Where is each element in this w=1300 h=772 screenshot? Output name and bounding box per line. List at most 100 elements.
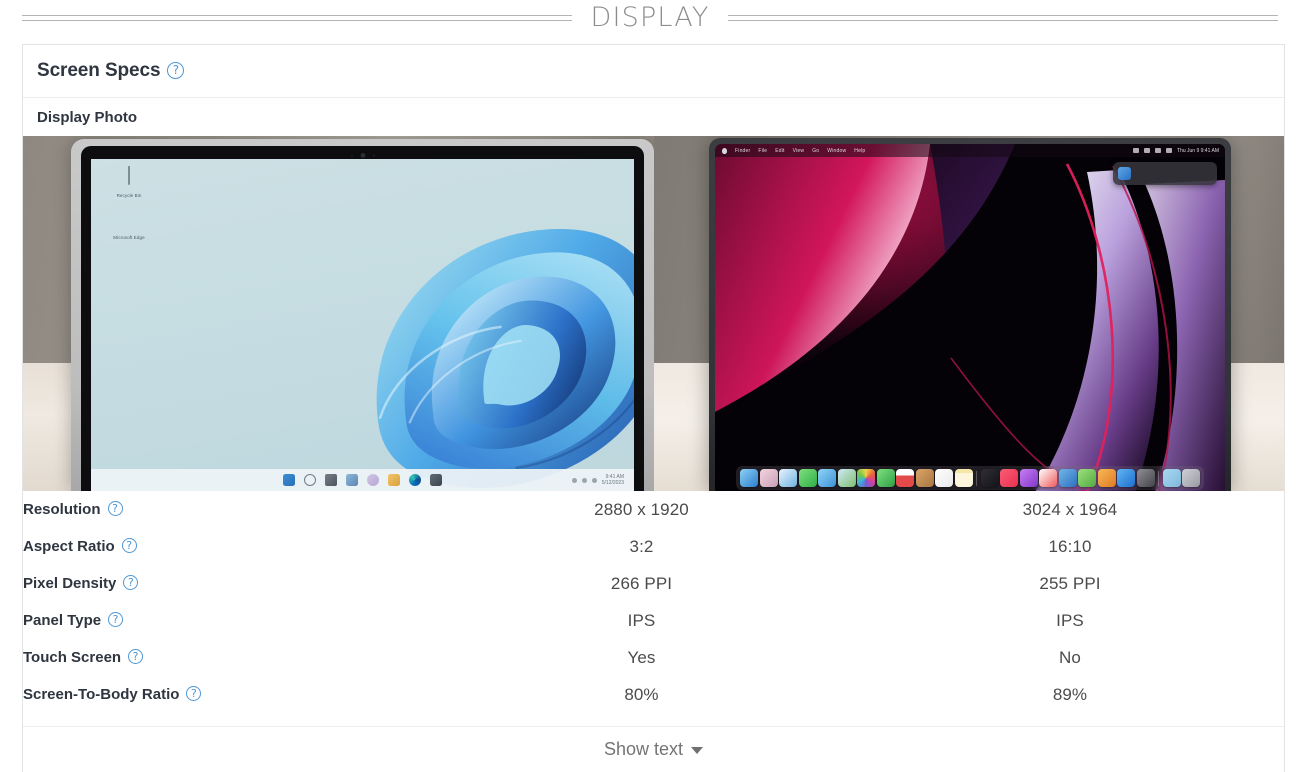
- podcasts-icon[interactable]: [1019, 469, 1038, 487]
- circle-question-icon[interactable]: ?: [107, 501, 123, 516]
- circle-question-icon[interactable]: ?: [186, 686, 202, 701]
- menubar-item[interactable]: Help: [854, 148, 865, 154]
- taskbar-clock[interactable]: 9:41 AM 5/12/2023: [602, 474, 624, 486]
- table-row: Pixel Density ? 266 PPI 255 PPI: [23, 565, 1284, 602]
- card-header: Screen Specs ?: [23, 45, 1284, 98]
- screen-specs-card: Screen Specs ? Display Photo Recycle Bin…: [22, 44, 1285, 772]
- circle-question-icon[interactable]: ?: [128, 649, 144, 664]
- windows-bloom-wallpaper: [376, 229, 634, 489]
- display-photo-label: Display Photo: [37, 108, 138, 126]
- table-row: Panel Type ? IPS IPS: [23, 602, 1284, 639]
- mail-icon[interactable]: [818, 469, 836, 487]
- spec-value-right: 255 PPI: [1039, 573, 1101, 593]
- search-icon[interactable]: [304, 474, 316, 486]
- store-icon[interactable]: [430, 474, 442, 486]
- edge-icon[interactable]: [409, 474, 421, 486]
- battery-icon[interactable]: [591, 477, 597, 483]
- menubar-status-area[interactable]: Thu Jun 9 9:41 AM: [1133, 148, 1219, 154]
- menubar-item[interactable]: Go: [812, 148, 819, 154]
- display-photo-strip: Recycle Bin Microsoft Edge 9:41 AM 5/12/…: [23, 136, 1284, 491]
- music-icon[interactable]: [1000, 469, 1018, 487]
- menubar-item[interactable]: File: [758, 148, 767, 154]
- macbook-photo[interactable]: Finder File Edit View Go Window Help Thu…: [654, 136, 1284, 491]
- windows-taskbar[interactable]: 9:41 AM 5/12/2023: [91, 469, 634, 491]
- spec-label-cell: Aspect Ratio ?: [23, 528, 427, 565]
- circle-question-icon[interactable]: ?: [123, 575, 139, 590]
- circle-question-icon[interactable]: ?: [108, 612, 124, 627]
- battery-icon[interactable]: [1133, 148, 1140, 153]
- keynote-icon[interactable]: [1058, 469, 1077, 487]
- volume-icon[interactable]: [581, 477, 587, 483]
- spec-label: Touch Screen: [23, 649, 122, 666]
- safari-icon[interactable]: [779, 469, 797, 487]
- desktop-icon-recycle-bin[interactable]: Recycle Bin: [101, 166, 157, 199]
- desktop-icon-label: Recycle Bin: [116, 193, 142, 198]
- spec-value-left: Yes: [627, 647, 656, 667]
- trash-icon[interactable]: [1182, 469, 1200, 487]
- chevron-down-icon: [691, 747, 704, 754]
- macos-wallpaper-curves: [715, 144, 1225, 491]
- photos-icon[interactable]: [857, 469, 875, 487]
- macos-screen: Finder File Edit View Go Window Help Thu…: [715, 144, 1225, 491]
- spec-value-left: 2880 x 1920: [594, 499, 689, 519]
- reminders-icon[interactable]: [935, 469, 953, 487]
- tv-icon[interactable]: [980, 469, 999, 487]
- table-row: Touch Screen ? Yes No: [23, 639, 1284, 676]
- notification-app-icon: [1118, 167, 1131, 180]
- calendar-icon[interactable]: [896, 469, 914, 487]
- facetime-icon[interactable]: [876, 469, 895, 487]
- menubar-item[interactable]: Edit: [775, 148, 784, 154]
- downloads-folder-icon[interactable]: [1162, 469, 1181, 487]
- launchpad-icon[interactable]: [759, 469, 778, 487]
- spec-label: Pixel Density: [23, 575, 117, 592]
- spec-label-cell: Resolution ?: [23, 491, 427, 528]
- finder-icon[interactable]: [740, 469, 758, 487]
- table-row: Screen-To-Body Ratio ? 80% 89%: [23, 676, 1284, 713]
- app-store-icon[interactable]: [1117, 469, 1135, 487]
- screen-specs-table: Resolution ? 2880 x 1920 3024 x 1964 Asp…: [23, 491, 1284, 713]
- circle-question-icon[interactable]: ?: [167, 61, 185, 79]
- contacts-icon[interactable]: [915, 469, 934, 487]
- menubar-clock[interactable]: Thu Jun 9 9:41 AM: [1177, 148, 1219, 154]
- circle-question-icon[interactable]: ?: [121, 538, 137, 553]
- menubar-item[interactable]: Finder: [735, 148, 750, 154]
- dock-divider: [976, 470, 977, 486]
- show-text-button[interactable]: Show text: [596, 735, 711, 764]
- spec-value-right: No: [1059, 647, 1081, 667]
- maps-icon[interactable]: [837, 469, 856, 487]
- spec-value-right: 16:10: [1048, 536, 1092, 556]
- spec-label: Aspect Ratio: [23, 538, 115, 555]
- macos-dock[interactable]: [736, 466, 1204, 490]
- start-icon[interactable]: [283, 474, 295, 486]
- network-icon[interactable]: [571, 477, 577, 483]
- table-row: Aspect Ratio ? 3:2 16:10: [23, 528, 1284, 565]
- chat-icon[interactable]: [367, 474, 379, 486]
- numbers-icon[interactable]: [1078, 469, 1096, 487]
- notes-icon[interactable]: [954, 469, 973, 487]
- search-icon[interactable]: [1166, 148, 1173, 153]
- spec-value-left: 266 PPI: [610, 573, 673, 593]
- file-explorer-icon[interactable]: [388, 474, 400, 486]
- notification-toast[interactable]: [1113, 162, 1217, 185]
- pages-icon[interactable]: [1097, 469, 1116, 487]
- macos-menubar[interactable]: Finder File Edit View Go Window Help Thu…: [715, 144, 1225, 157]
- messages-icon[interactable]: [798, 469, 817, 487]
- desktop-icon-label: Microsoft Edge: [113, 234, 145, 240]
- system-settings-icon[interactable]: [1136, 469, 1155, 487]
- recycle-bin-icon: [117, 166, 141, 191]
- display-photo-header: Display Photo: [23, 98, 1284, 136]
- control-center-icon[interactable]: [1155, 148, 1162, 153]
- show-text-footer: Show text: [23, 726, 1284, 772]
- windows-laptop-photo[interactable]: Recycle Bin Microsoft Edge 9:41 AM 5/12/…: [23, 136, 654, 491]
- menubar-item[interactable]: View: [793, 148, 805, 154]
- spec-label: Panel Type: [23, 612, 102, 629]
- menubar-item[interactable]: Window: [827, 148, 846, 154]
- spec-value-right: IPS: [1056, 610, 1084, 630]
- apple-logo-icon[interactable]: [722, 147, 727, 154]
- task-view-icon[interactable]: [325, 474, 337, 486]
- desktop-icon-microsoft-edge[interactable]: Microsoft Edge: [101, 209, 157, 241]
- system-tray[interactable]: 9:41 AM 5/12/2023: [571, 474, 624, 486]
- news-icon[interactable]: [1039, 469, 1057, 487]
- widgets-icon[interactable]: [346, 474, 358, 486]
- wifi-icon[interactable]: [1144, 148, 1151, 153]
